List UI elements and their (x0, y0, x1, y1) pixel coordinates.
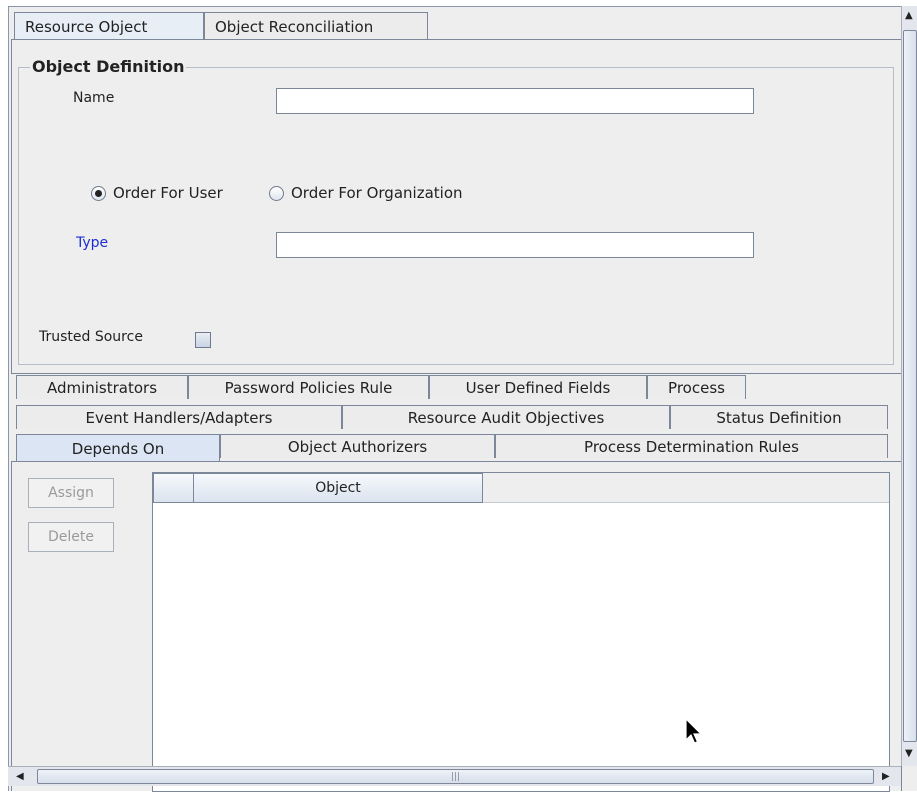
tab-process[interactable]: Process (647, 375, 746, 399)
column-header-object[interactable]: Object (193, 473, 483, 503)
depends-on-panel: Assign Delete Object (11, 461, 902, 792)
vertical-scrollbar[interactable]: ▲ ▼ (901, 6, 917, 766)
tab-label: Object Reconciliation (215, 17, 374, 36)
button-label: Delete (48, 529, 94, 545)
vertical-scroll-thumb[interactable] (903, 30, 917, 742)
horizontal-scrollbar[interactable]: ◀ ||| ▶ (8, 766, 901, 786)
horizontal-scroll-thumb[interactable]: ||| (37, 769, 874, 784)
tab-event-handlers-adapters[interactable]: Event Handlers/Adapters (16, 405, 342, 429)
grip-icon: ||| (450, 771, 461, 782)
tab-label: Event Handlers/Adapters (85, 408, 273, 427)
tab-label: Process (668, 378, 725, 397)
radio-order-for-user[interactable]: Order For User (91, 184, 223, 202)
radio-order-for-organization[interactable]: Order For Organization (269, 184, 463, 202)
tab-label: Password Policies Rule (224, 378, 393, 397)
tab-resource-object[interactable]: Resource Object (14, 12, 204, 40)
tab-object-authorizers[interactable]: Object Authorizers (220, 434, 495, 458)
scroll-down-icon[interactable]: ▼ (905, 748, 913, 759)
column-header-select[interactable] (153, 473, 194, 503)
trusted-source-checkbox[interactable] (195, 332, 211, 348)
scroll-left-icon[interactable]: ◀ (16, 771, 24, 782)
tab-user-defined-fields[interactable]: User Defined Fields (429, 375, 647, 399)
tab-resource-audit-objectives[interactable]: Resource Audit Objectives (342, 405, 670, 429)
button-label: Assign (48, 485, 94, 501)
name-label: Name (73, 90, 115, 106)
tab-label: Resource Object (25, 17, 148, 36)
scroll-up-icon[interactable]: ▲ (905, 10, 913, 21)
tab-status-definition[interactable]: Status Definition (670, 405, 888, 429)
group-title: Object Definition (30, 57, 187, 76)
tab-label: Object Authorizers (287, 437, 428, 456)
table-header: Object (153, 473, 889, 503)
type-label: Type (76, 235, 109, 251)
radio-label: Order For User (113, 184, 223, 202)
depends-on-table[interactable]: Object (152, 472, 890, 792)
tab-depends-on[interactable]: Depends On (16, 434, 220, 462)
radio-button[interactable] (269, 185, 284, 201)
mouse-cursor-icon (685, 718, 703, 744)
tab-process-determination-rules[interactable]: Process Determination Rules (495, 434, 888, 458)
name-field[interactable] (276, 88, 754, 114)
tab-object-reconciliation[interactable]: Object Reconciliation (204, 12, 428, 40)
type-field[interactable] (276, 232, 754, 258)
column-header-label: Object (315, 480, 361, 496)
tab-label: Resource Audit Objectives (407, 408, 605, 427)
tab-label: Process Determination Rules (584, 437, 799, 456)
scroll-right-icon[interactable]: ▶ (882, 771, 890, 782)
radio-label: Order For Organization (291, 184, 463, 202)
tab-label: User Defined Fields (465, 378, 611, 397)
trusted-source-label: Trusted Source (39, 329, 143, 345)
tab-administrators[interactable]: Administrators (16, 375, 188, 399)
tab-label: Status Definition (716, 408, 842, 427)
resource-object-panel: Object Definition Name Order For User Or… (11, 39, 902, 374)
delete-button[interactable]: Delete (28, 522, 114, 552)
tab-label: Administrators (46, 378, 158, 397)
radio-button-selected[interactable] (91, 185, 106, 201)
tab-label: Depends On (71, 439, 165, 458)
assign-button[interactable]: Assign (28, 478, 114, 508)
tab-password-policies-rule[interactable]: Password Policies Rule (188, 375, 429, 399)
